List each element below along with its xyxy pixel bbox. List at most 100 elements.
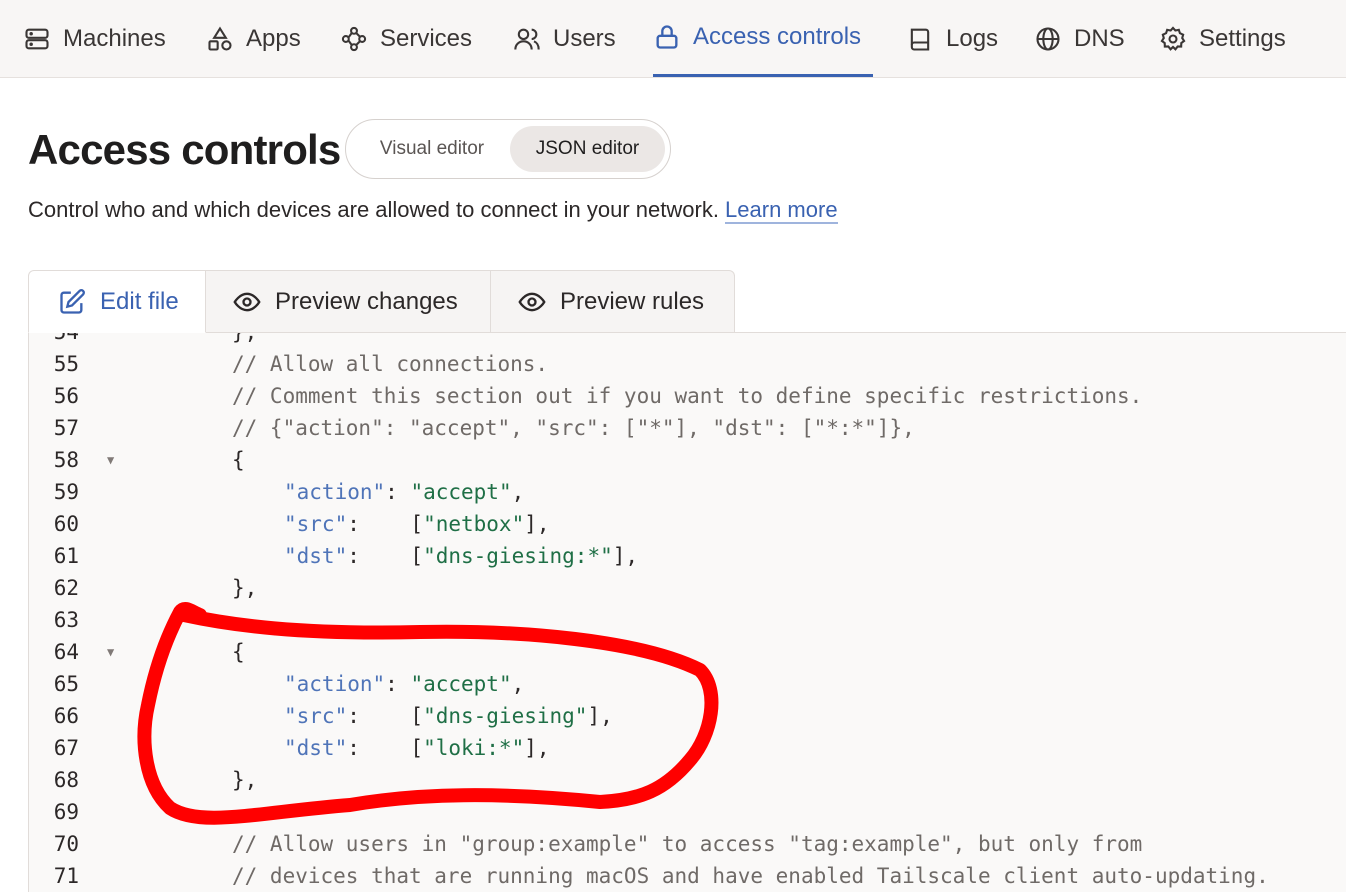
- edit-icon: [60, 288, 85, 314]
- json-key: "dst": [284, 736, 348, 760]
- line-number: 56: [53, 384, 79, 408]
- page-title: Access controls: [28, 126, 341, 173]
- nav-label: Machines: [63, 24, 166, 52]
- tab-preview-rules[interactable]: Preview rules: [491, 270, 735, 333]
- nav-services[interactable]: Services: [340, 0, 472, 77]
- json-value: "netbox": [423, 512, 525, 536]
- code-line: 71 // devices that are running macOS and …: [29, 860, 1346, 892]
- json-separator: :: [385, 480, 411, 504]
- visual-editor-button[interactable]: Visual editor: [356, 126, 508, 172]
- line-number: 69: [53, 800, 79, 824]
- code-text: // Allow users in "group:example" to acc…: [232, 832, 1143, 856]
- book-icon: [910, 28, 930, 51]
- server-icon: [25, 28, 49, 49]
- json-key: "action": [284, 480, 386, 504]
- line-number: 71: [53, 864, 79, 888]
- globe-icon: [1036, 26, 1060, 51]
- code-text: "src": ["dns-giesing"],: [284, 700, 613, 732]
- code-line: 66 "src": ["dns-giesing"],: [29, 700, 1346, 732]
- code-text: // Comment this section out if you want …: [232, 384, 1143, 408]
- line-number: 55: [53, 352, 79, 376]
- lock-icon: [656, 25, 678, 49]
- json-punctuation: ,: [511, 672, 525, 696]
- nav-label: Users: [553, 24, 616, 52]
- nav-access-controls[interactable]: Access controls: [653, 0, 873, 77]
- tab-label: Preview changes: [275, 287, 458, 315]
- eye-icon: [233, 292, 261, 311]
- line-number: 67: [53, 736, 79, 760]
- json-punctuation: ],: [524, 736, 550, 760]
- tab-label: Preview rules: [560, 287, 705, 315]
- description-text: Control who and which devices are allowe…: [28, 197, 726, 222]
- nav-label: DNS: [1074, 24, 1125, 52]
- learn-more-link[interactable]: Learn more: [725, 197, 838, 224]
- gear-icon: [1160, 25, 1186, 51]
- json-key: "dst": [284, 544, 348, 568]
- line-number: 61: [53, 544, 79, 568]
- json-punctuation: ],: [612, 544, 639, 568]
- code-line: 67 "dst": ["loki:*"],: [29, 732, 1346, 764]
- code-text: // Allow all connections.: [232, 352, 549, 376]
- json-key: "src": [284, 512, 348, 536]
- fold-toggle-icon[interactable]: ▼: [107, 636, 114, 668]
- line-number: 58: [53, 448, 79, 472]
- json-editor-button[interactable]: JSON editor: [510, 126, 665, 172]
- line-number: 54: [29, 333, 79, 348]
- line-number: 68: [53, 768, 79, 792]
- nav-label: Settings: [1199, 24, 1286, 52]
- json-punctuation: ],: [587, 704, 613, 728]
- json-punctuation: ,: [511, 480, 525, 504]
- fold-toggle-icon[interactable]: ▼: [107, 444, 114, 476]
- code-line: 58 ▼ {: [29, 444, 1346, 476]
- nav-settings[interactable]: Settings: [1159, 0, 1286, 77]
- nav-label: Apps: [246, 24, 301, 52]
- json-separator: : [: [347, 512, 424, 536]
- apps-icon: [208, 26, 232, 51]
- top-navigation: Machines Apps Services Users Access cont…: [0, 0, 1346, 78]
- code-line: 69: [29, 796, 1346, 828]
- nav-apps[interactable]: Apps: [206, 0, 301, 77]
- code-line: 54},: [29, 333, 1346, 348]
- code-line: 62},: [29, 572, 1346, 604]
- nav-logs[interactable]: Logs: [906, 0, 998, 77]
- tab-edit-file[interactable]: Edit file: [28, 270, 206, 333]
- code-editor[interactable]: 54}, 55 // Allow all connections. 56 // Comm…: [28, 333, 1346, 892]
- json-separator: : [: [347, 704, 424, 728]
- code-text: // {"action": "accept", "src": ["*"], "d…: [232, 416, 915, 440]
- nav-machines[interactable]: Machines: [23, 0, 166, 77]
- line-number: 66: [53, 704, 79, 728]
- code-line: 55 // Allow all connections.: [29, 348, 1346, 380]
- code-text: "action": "accept",: [284, 668, 524, 700]
- code-line: 57 // {"action": "accept", "src": ["*"], …: [29, 412, 1346, 444]
- nav-label: Services: [380, 24, 473, 52]
- code-text: "dst": ["loki:*"],: [284, 732, 550, 764]
- code-line: 56 // Comment this section out if you wan…: [29, 380, 1346, 412]
- json-value: "accept": [410, 480, 512, 504]
- json-separator: : [: [347, 736, 424, 760]
- code-line: 60 "src": ["netbox"],: [29, 508, 1346, 540]
- json-separator: :: [385, 672, 411, 696]
- services-icon: [341, 26, 367, 51]
- users-icon: [514, 28, 540, 50]
- code-line: 70 // Allow users in "group:example" to a…: [29, 828, 1346, 860]
- line-number: 59: [53, 480, 79, 504]
- code-text: "action": "accept",: [284, 476, 524, 508]
- json-value: "dns-giesing": [423, 704, 588, 728]
- code-text: "dst": ["dns-giesing:*"],: [284, 540, 638, 572]
- nav-label: Access controls: [693, 23, 862, 50]
- editor-mode-toggle: Visual editor JSON editor: [345, 119, 671, 179]
- json-punctuation: ],: [524, 512, 550, 536]
- json-separator: : [: [347, 544, 424, 568]
- line-number: 57: [53, 416, 79, 440]
- json-value: "accept": [410, 672, 512, 696]
- code-text: },: [232, 333, 257, 348]
- code-line: 68},: [29, 764, 1346, 796]
- json-value: "dns-giesing:*": [423, 544, 613, 568]
- nav-dns[interactable]: DNS: [1034, 0, 1125, 77]
- tab-preview-changes[interactable]: Preview changes: [206, 270, 491, 333]
- code-text: {: [232, 640, 245, 664]
- code-text: "src": ["netbox"],: [284, 508, 550, 540]
- code-line: 59 "action": "accept",: [29, 476, 1346, 508]
- code-text: },: [232, 576, 258, 600]
- nav-users[interactable]: Users: [513, 0, 616, 77]
